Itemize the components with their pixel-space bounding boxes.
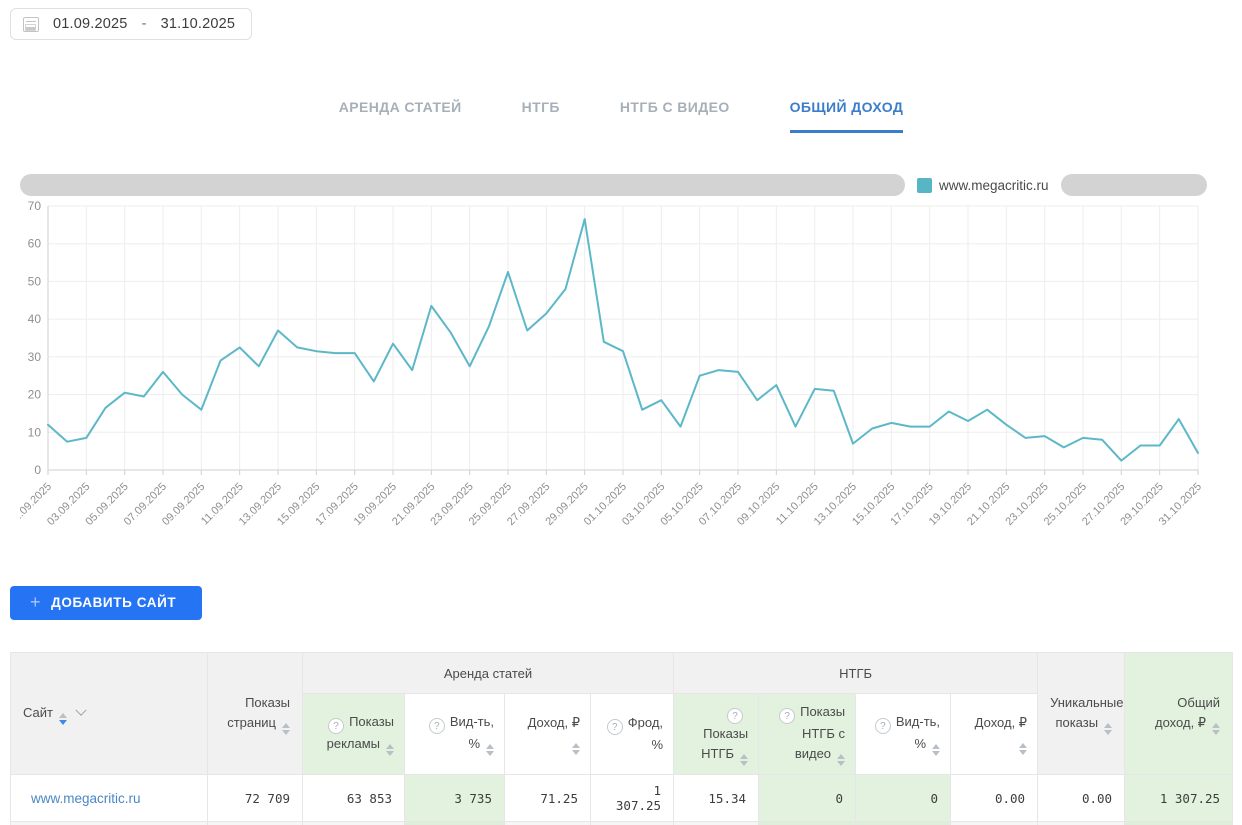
cell-income_ntgb: 0.00 [1038,775,1125,822]
calendar-icon [23,17,39,32]
redacted-legend-right [1061,174,1207,196]
chart-block: www.megacritic.ru 01020304050607001.09.2… [20,174,1232,555]
column-label: Доход, ₽ [528,715,580,730]
column-header-page_views[interactable]: Показы страниц [208,653,303,775]
help-icon[interactable]: ? [875,718,891,734]
column-label: Сайт [23,705,53,720]
partial-cell [674,822,759,825]
chart-legend-row: www.megacritic.ru [20,174,1232,196]
sites-table: Сайт Показы страниц Аренда статейНТГБ Уника… [10,652,1233,825]
column-header-ad_views[interactable]: ?Показы рекламы [303,694,405,775]
svg-text:30: 30 [28,350,42,364]
partial-cell [591,822,674,825]
sort-arrows-icon[interactable] [837,754,845,766]
tab-3[interactable]: ОБЩИЙ ДОХОД [790,99,904,133]
partial-cell [856,822,951,825]
sort-arrows-icon[interactable] [386,744,394,756]
cell-site[interactable]: www.megacritic.ru [11,775,208,822]
column-header-ntgb_views[interactable]: ?Показы НТГБ [674,694,759,775]
partial-cell [208,822,303,825]
cell-income_rent: 1 307.25 [591,775,674,822]
date-range-end: 31.10.2025 [161,16,236,32]
table-head: Сайт Показы страниц Аренда статейНТГБ Уника… [11,653,1233,775]
redacted-legend-left [20,174,905,196]
tabs: АРЕНДА СТАТЕЙ НТГБ НТГБ С ВИДЕО ОБЩИЙ ДОХОД [0,99,1242,133]
column-header-fraud[interactable]: ? Фрод, % [591,694,674,775]
column-label: Доход, ₽ [975,715,1027,730]
plus-icon: + [30,596,41,609]
cell-ntgb_video_views: 0 [856,775,951,822]
sort-arrows-icon[interactable] [486,744,494,756]
tab-1[interactable]: НТГБ [522,99,560,133]
column-header-income_rent[interactable]: Доход, ₽ [505,694,591,775]
column-label: Уникальные показы [1050,695,1123,730]
group-header-1: НТГБ [674,653,1038,694]
partial-cell [11,822,208,825]
help-icon[interactable]: ? [607,719,623,735]
sort-arrows-icon[interactable] [1212,723,1220,735]
partial-cell [505,822,591,825]
date-range-separator: - [142,16,147,32]
svg-text:70: 70 [28,199,42,213]
sort-arrows-icon[interactable] [932,744,940,756]
partial-cell [405,822,505,825]
sort-arrows-icon[interactable] [1104,723,1112,735]
group-header-0: Аренда статей [303,653,674,694]
legend-marker-icon [917,178,932,193]
date-range-picker[interactable]: 01.09.2025 - 31.10.2025 [10,8,252,40]
cell-viewability_ntgb: 0.00 [951,775,1038,822]
help-icon[interactable]: ? [779,708,795,724]
column-header-income_ntgb[interactable]: Доход, ₽ [951,694,1038,775]
cell-total_income: 1 307.25 [1125,775,1233,822]
sort-arrows-icon[interactable] [59,713,67,725]
partial-cell [1125,822,1233,825]
table-body: www.megacritic.ru72 70963 8533 73571.251… [11,775,1233,825]
cell-ntgb_views: 0 [759,775,856,822]
svg-text:0: 0 [34,463,41,477]
partial-cell [759,822,856,825]
revenue-line-chart: 01020304050607001.09.202503.09.202505.09… [20,198,1232,550]
sort-arrows-icon[interactable] [572,743,580,755]
add-site-label: ДОБАВИТЬ САЙТ [51,595,176,610]
tab-0[interactable]: АРЕНДА СТАТЕЙ [339,99,462,133]
column-header-viewability_ntgb[interactable]: ?Вид-ть, % [856,694,951,775]
column-header-unique_views[interactable]: Уникальные показы [1038,653,1125,775]
column-header-site[interactable]: Сайт [11,653,208,775]
cell-page_views: 72 709 [208,775,303,822]
help-icon[interactable]: ? [429,718,445,734]
column-label: Общий доход, ₽ [1155,695,1220,730]
column-header-total_income[interactable]: Общий доход, ₽ [1125,653,1233,775]
column-label: Фрод, % [628,715,663,752]
chevron-down-icon[interactable] [75,704,86,715]
cell-ad_views: 3 735 [405,775,505,822]
cell-viewability_rent: 71.25 [505,775,591,822]
svg-text:60: 60 [28,237,42,251]
partial-cell [1038,822,1125,825]
column-header-ntgb_video_views[interactable]: ?Показы НТГБ с видео [759,694,856,775]
svg-text:40: 40 [28,312,42,326]
sort-arrows-icon[interactable] [740,754,748,766]
sort-arrows-icon[interactable] [1019,743,1027,755]
svg-text:50: 50 [28,274,42,288]
svg-text:20: 20 [28,388,42,402]
partial-cell [951,822,1038,825]
add-site-button[interactable]: + ДОБАВИТЬ САЙТ [10,586,202,620]
partial-row [11,822,1233,825]
cell-unique_views: 63 853 [303,775,405,822]
help-icon[interactable]: ? [328,718,344,734]
sort-arrows-icon[interactable] [282,723,290,735]
date-range-start: 01.09.2025 [53,16,128,32]
legend-item-megacritic[interactable]: www.megacritic.ru [917,178,1049,193]
svg-text:10: 10 [28,425,42,439]
cell-fraud: 15.34 [674,775,759,822]
legend-site-label: www.megacritic.ru [939,178,1049,193]
partial-cell [303,822,405,825]
help-icon[interactable]: ? [727,708,743,724]
column-label: Показы НТГБ с видео [795,704,845,761]
tab-2[interactable]: НТГБ С ВИДЕО [620,99,730,133]
column-header-viewability_rent[interactable]: ?Вид-ть, % [405,694,505,775]
sites-table-wrap: Сайт Показы страниц Аренда статейНТГБ Уника… [10,652,1232,825]
table-row: www.megacritic.ru72 70963 8533 73571.251… [11,775,1233,822]
column-label: Показы страниц [227,695,290,730]
